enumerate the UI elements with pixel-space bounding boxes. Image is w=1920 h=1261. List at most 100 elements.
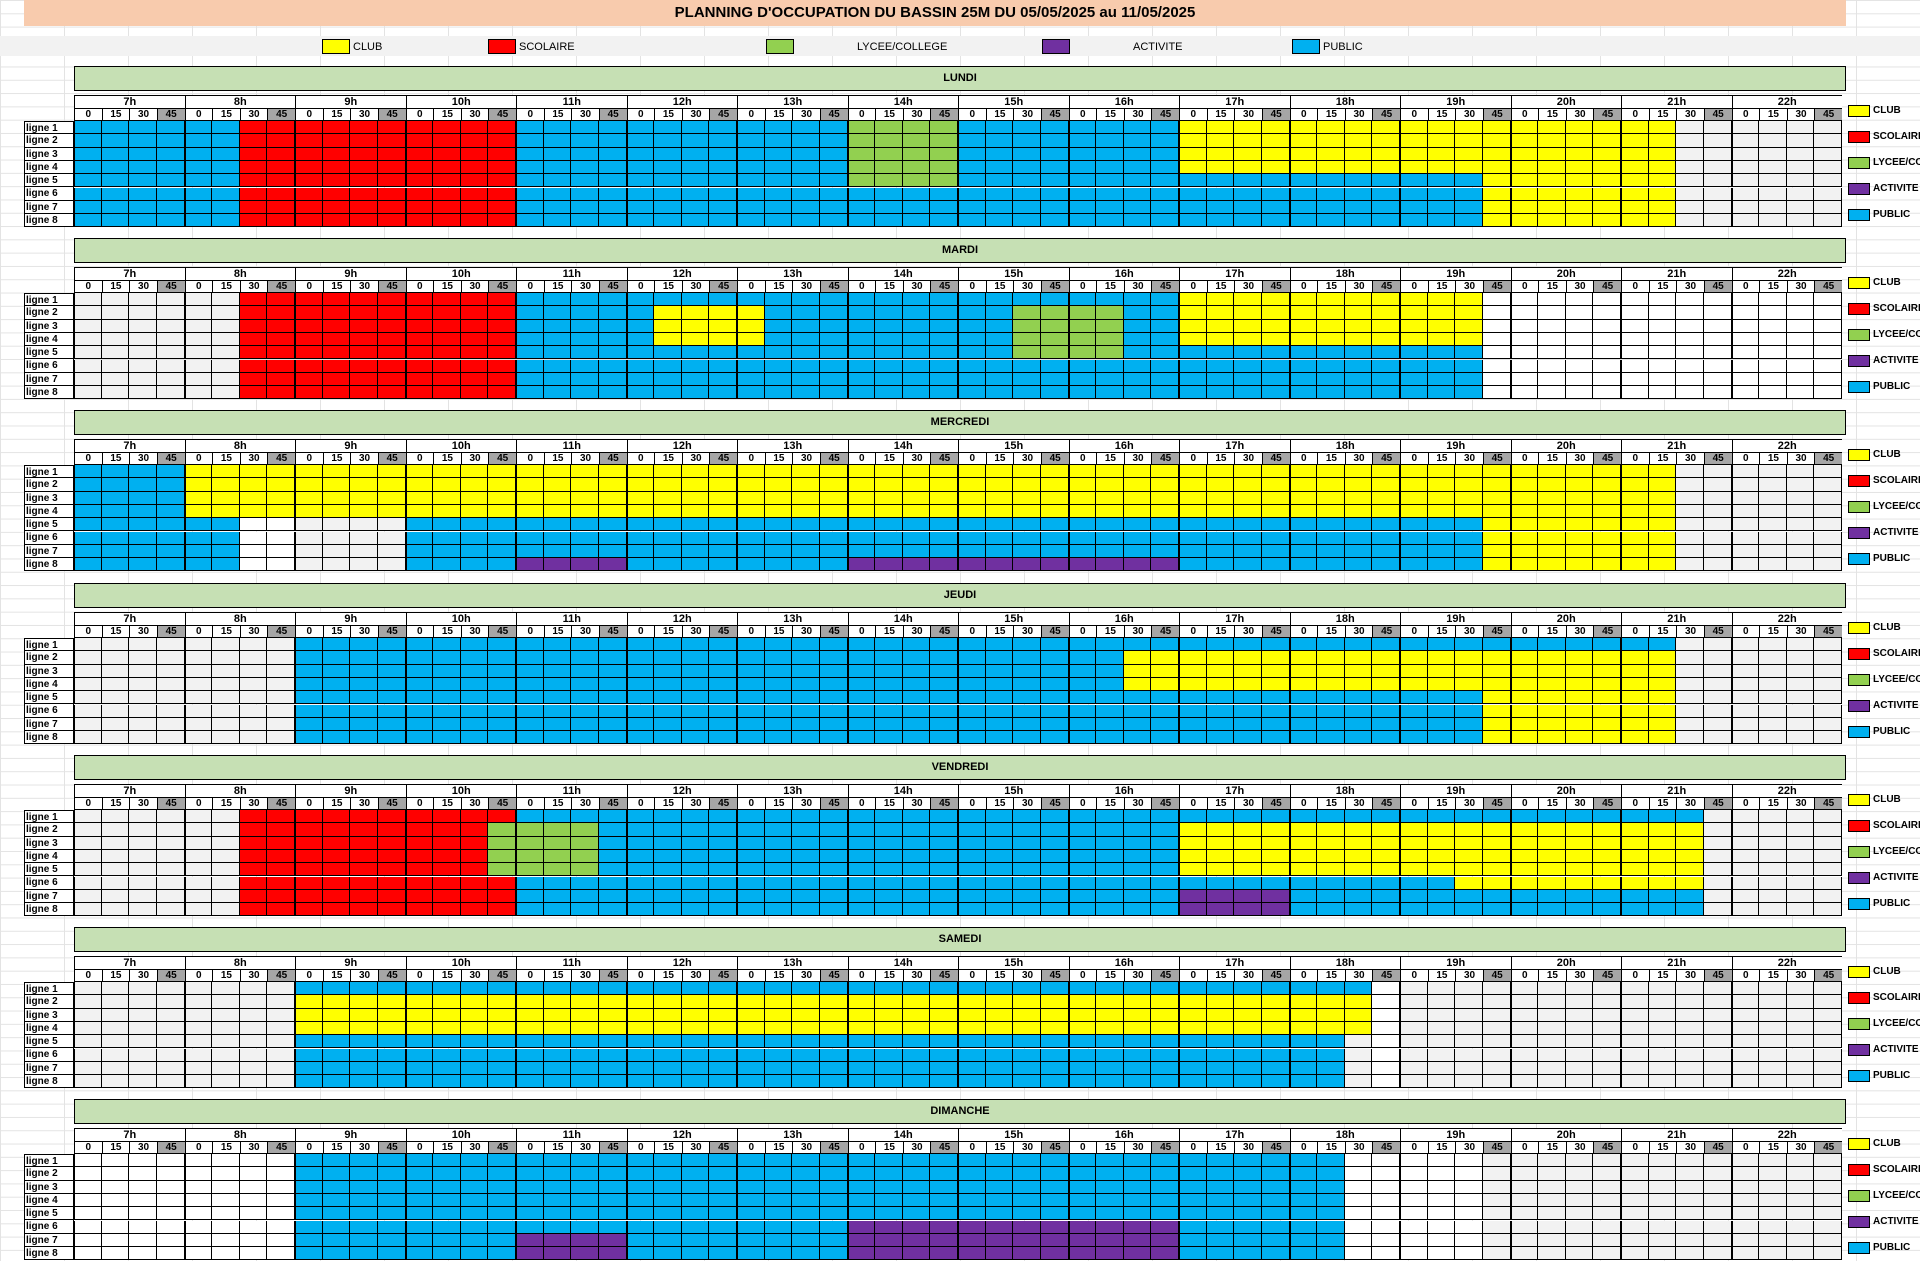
slot-cell[interactable] [654,1035,682,1049]
slot-cell[interactable] [930,504,958,519]
slot-cell[interactable] [377,836,406,850]
slot-cell[interactable] [1703,544,1732,559]
slot-cell[interactable] [1814,731,1842,745]
slot-cell[interactable] [1400,160,1428,175]
slot-cell[interactable] [1013,372,1041,387]
slot-cell[interactable] [1261,478,1290,492]
slot-cell[interactable] [764,836,793,850]
slot-cell[interactable] [101,306,130,320]
slot-cell[interactable] [681,823,710,837]
slot-cell[interactable] [1648,1193,1677,1208]
slot-cell[interactable] [433,691,461,705]
slot-cell[interactable] [1179,319,1207,333]
slot-cell[interactable] [1676,346,1704,360]
slot-cell[interactable] [156,717,185,732]
slot-cell[interactable] [405,982,434,996]
slot-cell[interactable] [598,359,627,373]
slot-cell[interactable] [1013,677,1041,692]
slot-cell[interactable] [460,863,489,877]
slot-cell[interactable] [1151,465,1179,479]
slot-cell[interactable] [1151,1075,1179,1089]
slot-cell[interactable] [1400,638,1428,652]
slot-cell[interactable] [709,1075,737,1089]
slot-cell[interactable] [571,465,599,479]
slot-cell[interactable] [737,889,765,904]
slot-cell[interactable] [792,544,820,559]
slot-cell[interactable] [377,889,406,904]
slot-cell[interactable] [1040,478,1069,492]
slot-cell[interactable] [1786,372,1815,387]
slot-cell[interactable] [1731,903,1760,917]
slot-cell[interactable] [212,1008,240,1022]
slot-cell[interactable] [1731,849,1760,864]
slot-cell[interactable] [1703,187,1732,201]
slot-cell[interactable] [1344,717,1373,732]
slot-cell[interactable] [1621,836,1649,850]
slot-cell[interactable] [74,1075,102,1089]
slot-cell[interactable] [654,863,682,877]
slot-cell[interactable] [1593,717,1621,732]
slot-cell[interactable] [654,1167,682,1181]
slot-cell[interactable] [322,346,351,360]
slot-cell[interactable] [985,332,1014,347]
slot-cell[interactable] [1151,1048,1179,1062]
slot-cell[interactable] [598,1167,627,1181]
slot-cell[interactable] [74,147,102,161]
slot-cell[interactable] [156,372,185,387]
slot-cell[interactable] [239,638,268,652]
slot-cell[interactable] [1344,876,1373,890]
slot-cell[interactable] [1400,1193,1428,1208]
slot-cell[interactable] [1234,651,1262,665]
slot-cell[interactable] [1731,717,1760,732]
slot-cell[interactable] [571,121,599,135]
slot-cell[interactable] [847,849,876,864]
slot-cell[interactable] [1123,1167,1152,1181]
slot-cell[interactable] [156,332,185,347]
slot-cell[interactable] [1510,174,1539,188]
slot-cell[interactable] [1400,1207,1428,1221]
slot-cell[interactable] [1068,823,1097,837]
slot-cell[interactable] [654,293,682,307]
slot-cell[interactable] [1676,1048,1704,1062]
slot-cell[interactable] [1676,518,1704,532]
slot-cell[interactable] [819,147,848,161]
slot-cell[interactable] [322,651,351,665]
slot-cell[interactable] [1317,876,1345,890]
slot-cell[interactable] [1510,903,1539,917]
slot-cell[interactable] [847,651,876,665]
slot-cell[interactable] [1703,372,1732,387]
slot-cell[interactable] [488,200,516,215]
slot-cell[interactable] [792,558,820,572]
slot-cell[interactable] [737,332,765,347]
slot-cell[interactable] [350,147,378,161]
slot-cell[interactable] [1344,1167,1373,1181]
slot-cell[interactable] [1289,863,1318,877]
slot-cell[interactable] [958,1180,986,1194]
slot-cell[interactable] [543,1193,572,1208]
slot-cell[interactable] [1759,982,1787,996]
slot-cell[interactable] [598,518,627,532]
slot-cell[interactable] [322,293,351,307]
slot-cell[interactable] [875,214,903,228]
slot-cell[interactable] [1068,147,1097,161]
slot-cell[interactable] [1621,491,1649,505]
slot-cell[interactable] [902,849,931,864]
slot-cell[interactable] [350,558,378,572]
slot-cell[interactable] [488,717,516,732]
slot-cell[interactable] [1455,691,1483,705]
slot-cell[interactable] [239,504,268,519]
slot-cell[interactable] [1676,174,1704,188]
slot-cell[interactable] [184,1247,213,1261]
slot-cell[interactable] [543,1048,572,1062]
slot-cell[interactable] [1538,1008,1566,1022]
slot-cell[interactable] [1096,664,1124,678]
slot-cell[interactable] [1759,1061,1787,1076]
slot-cell[interactable] [239,147,268,161]
slot-cell[interactable] [1234,160,1262,175]
slot-cell[interactable] [433,717,461,732]
slot-cell[interactable] [1261,372,1290,387]
slot-cell[interactable] [1261,1233,1290,1248]
slot-cell[interactable] [1427,849,1456,864]
slot-cell[interactable] [930,372,958,387]
slot-cell[interactable] [1123,651,1152,665]
